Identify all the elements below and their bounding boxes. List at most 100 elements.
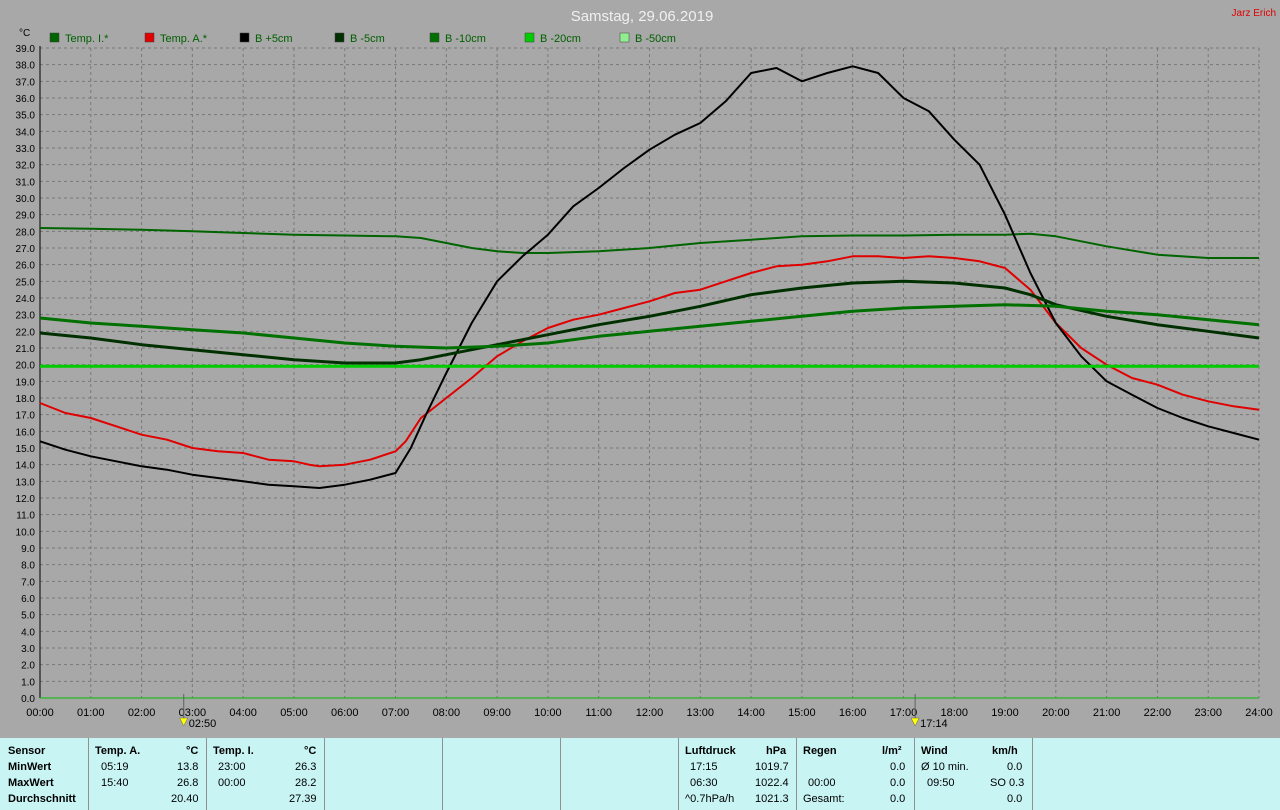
y-tick-label: 8.0 [21,561,35,572]
y-tick-label: 29.0 [16,211,36,222]
temp-a-min-value: 13.8 [177,761,199,773]
rain-max-time: 00:00 [808,777,836,789]
temp-a-unit: °C [186,745,199,757]
temp-a-average: 20.40 [171,793,199,805]
x-tick-label: 16:00 [839,707,867,719]
separator [796,738,797,810]
separator [324,738,325,810]
temp-i-average: 27.39 [289,793,317,805]
y-tick-label: 17.0 [16,411,36,422]
separator [206,738,207,810]
x-tick-label: 22:00 [1144,707,1172,719]
x-tick-label: 02:00 [128,707,156,719]
legend-label: B -10cm [445,33,486,45]
legend-label: B -20cm [540,33,581,45]
y-tick-label: 28.0 [16,227,36,238]
legend-swatch [429,32,440,43]
wind-unit: km/h [992,745,1018,757]
y-tick-label: 35.0 [16,111,36,122]
y-tick-label: 4.0 [21,627,35,638]
temp-a-header: Temp. A. [95,745,141,757]
rain-header: Regen [803,745,837,757]
separator [1032,738,1033,810]
temp-i-max-value: 28.2 [295,777,317,789]
sensor-header: Sensor [8,745,46,757]
temp-a-max-time: 15:40 [101,777,129,789]
x-tick-label: 17:00 [890,707,918,719]
temperature-chart: Samstag, 29.06.2019 Jarz Erich °C Temp. … [16,8,1276,730]
chart-title: Samstag, 29.06.2019 [571,8,714,25]
x-tick-label: 08:00 [433,707,461,719]
pressure-header: Luftdruck [685,745,736,757]
x-tick-label: 10:00 [534,707,562,719]
rain-total-value: 0.0 [890,793,906,805]
legend-label: B +5cm [255,33,293,45]
y-tick-label: 34.0 [16,127,36,138]
legend-swatch [49,32,60,43]
legend-label: Temp. A.* [160,33,208,45]
x-tick-label: 23:00 [1194,707,1222,719]
pressure-max-value: 1022.4 [755,777,789,789]
temp-i-max-time: 00:00 [218,777,246,789]
x-tick-label: 04:00 [229,707,257,719]
x-tick-label: 12:00 [636,707,664,719]
wind-avg-value: 0.0 [1007,761,1023,773]
y-tick-label: 10.0 [16,527,36,538]
y-tick-label: 30.0 [16,194,36,205]
separator [914,738,915,810]
legend-label: Temp. I.* [65,33,109,45]
x-tick-label: 09:00 [483,707,511,719]
x-tick-label: 00:00 [26,707,54,719]
wind-max-time: 09:50 [927,777,955,789]
pressure-min-time: 17:15 [690,761,718,773]
y-tick-label: 7.0 [21,577,35,588]
y-axis-unit: °C [19,28,30,39]
y-tick-label: 3.0 [21,644,35,655]
y-axis-labels: 0.0 1.0 2.0 3.0 4.0 5.0 6.0 7.0 8.0 9.0 10.0 11.0 12… [16,44,36,705]
y-tick-label: 39.0 [16,44,36,55]
legend-swatch [239,32,250,43]
avg-label: Durchschnitt [8,793,76,805]
sunrise-icon [179,717,189,727]
x-tick-label: 15:00 [788,707,816,719]
y-tick-label: 23.0 [16,311,36,322]
statistics-panel: Sensor MinWert MaxWert Durchschnitt Temp… [0,738,1280,810]
wind-max-value: SO 0.3 [990,777,1025,789]
y-tick-label: 36.0 [16,94,36,105]
legend-swatch [144,32,155,43]
legend-label: B -5cm [350,33,385,45]
legend: Temp. I.* Temp. A.* B +5cm B -5cm B -10cm B -… [49,32,676,45]
sunset-icon [910,717,920,727]
pressure-min-value: 1019.7 [755,761,789,773]
x-tick-label: 20:00 [1042,707,1070,719]
pressure-max-time: 06:30 [690,777,718,789]
y-tick-label: 9.0 [21,544,35,555]
sunrise-time-label: 02:50 [189,718,217,730]
x-tick-label: 07:00 [382,707,410,719]
y-tick-label: 13.0 [16,477,36,488]
temp-a-max-value: 26.8 [177,777,199,789]
y-tick-label: 12.0 [16,494,36,505]
y-tick-label: 32.0 [16,161,36,172]
author-label: Jarz Erich [1232,8,1276,19]
max-label: MaxWert [8,777,54,789]
separator [678,738,679,810]
y-tick-label: 2.0 [21,661,35,672]
pressure-unit: hPa [766,745,787,757]
x-tick-label: 06:00 [331,707,359,719]
x-tick-label: 01:00 [77,707,105,719]
y-tick-label: 37.0 [16,77,36,88]
y-tick-label: 25.0 [16,277,36,288]
y-tick-label: 19.0 [16,377,36,388]
x-tick-label: 14:00 [737,707,765,719]
y-tick-label: 20.0 [16,361,36,372]
y-tick-label: 22.0 [16,327,36,338]
wind-header: Wind [921,745,948,757]
pressure-trend-label: ^0.7hPa/h [685,793,735,805]
x-tick-label: 11:00 [585,707,612,719]
legend-label: B -50cm [635,33,676,45]
sunset-time-label: 17:14 [920,718,948,730]
y-tick-label: 1.0 [21,677,35,688]
x-tick-label: 21:00 [1093,707,1121,719]
x-tick-label: 19:00 [991,707,1019,719]
